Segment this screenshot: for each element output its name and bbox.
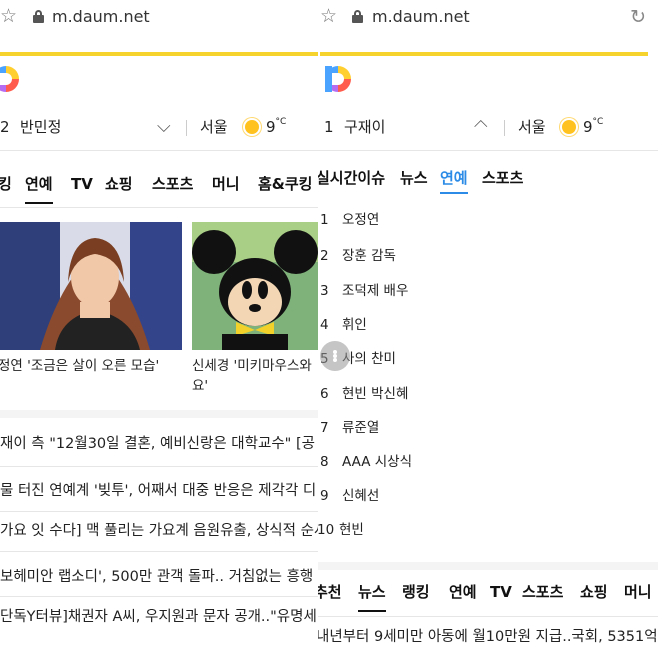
news-photo[interactable]	[0, 222, 182, 350]
tab-ranking[interactable]: 킹	[0, 172, 12, 196]
tab-tv[interactable]: TV	[490, 580, 512, 604]
weather-city: 서울	[518, 118, 546, 136]
divider	[0, 551, 318, 552]
section-gap	[318, 562, 658, 570]
keyword-text[interactable]: 구재이	[344, 112, 385, 142]
tab-entertainment[interactable]: 연예	[440, 166, 468, 194]
ranking-item[interactable]: 4 휘인	[320, 315, 367, 335]
ranking-item[interactable]: 2 장훈 감독	[320, 246, 396, 266]
tab-ranking[interactable]: 랭킹	[402, 580, 430, 604]
news-photo[interactable]	[192, 222, 318, 350]
tab-shopping[interactable]: 쇼핑	[580, 580, 608, 604]
url-bar[interactable]: ☆ m.daum.net ↻	[318, 0, 658, 36]
ranking-item[interactable]: 6 현빈 박신혜	[320, 384, 408, 404]
sun-icon	[562, 120, 576, 134]
tab-money[interactable]: 머니	[624, 580, 652, 604]
tab-realtime-issue[interactable]: 실시간이슈	[318, 166, 385, 190]
news-item[interactable]: 보헤미안 랩소디', 500만 관객 돌파.. 거침없는 흥행 돌	[0, 567, 318, 587]
divider	[186, 120, 187, 136]
divider	[318, 150, 658, 151]
divider	[0, 511, 318, 512]
news-item[interactable]: 재이 측 "12월30일 결혼, 예비신랑은 대학교수" [공	[0, 434, 315, 454]
ranking-item[interactable]: 8 AAA 시상식	[320, 452, 412, 472]
chevron-up-icon[interactable]: ⌵	[474, 110, 488, 140]
lock-icon	[352, 10, 363, 23]
divider	[0, 207, 318, 208]
news-item[interactable]: 물 터진 연예계 '빚투', 어째서 대중 반응은 제각각 디	[0, 481, 316, 501]
divider	[0, 466, 318, 467]
tab-sports[interactable]: 스포츠	[152, 172, 193, 196]
daum-logo[interactable]	[325, 66, 351, 92]
photo-caption[interactable]: 신세경 '미키마우스와	[192, 356, 312, 376]
tab-sports[interactable]: 스포츠	[482, 166, 523, 190]
active-tab-underline	[358, 610, 386, 612]
tab-shopping[interactable]: 쇼핑	[105, 172, 133, 196]
divider	[0, 150, 318, 151]
url-text[interactable]: m.daum.net	[372, 7, 470, 27]
weather-temp: 9°C	[266, 117, 287, 136]
ranking-item[interactable]: 9 신혜선	[320, 486, 379, 506]
active-tab-underline	[440, 192, 468, 194]
weather-city: 서울	[200, 118, 228, 136]
tab-money[interactable]: 머니	[212, 172, 240, 196]
tab-recommend[interactable]: 추천	[318, 580, 342, 604]
news-item[interactable]: 내년부터 9세미만 아동에 월10만원 지급..국회, 5351억원	[318, 627, 658, 647]
keyword-text[interactable]: 반민정	[20, 112, 61, 142]
divider	[504, 120, 505, 136]
right-screen: ☆ m.daum.net ↻ 1 구재이 ⌵ 서울 9°C 실시간이슈 뉴스 연…	[318, 0, 658, 647]
photo-caption[interactable]: 요'	[192, 376, 208, 396]
search-box-border	[0, 52, 318, 56]
ranking-item[interactable]: 10 현빈	[318, 520, 364, 540]
section-gap	[0, 410, 318, 418]
active-tab-underline	[25, 202, 53, 204]
tab-sports[interactable]: 스포츠	[522, 580, 563, 604]
daum-logo[interactable]	[0, 66, 19, 92]
ranking-item[interactable]: 1 오정연	[320, 210, 379, 230]
tab-tv[interactable]: TV	[71, 172, 93, 196]
star-icon[interactable]: ☆	[0, 5, 17, 27]
more-dots-icon[interactable]	[320, 341, 350, 371]
reload-icon[interactable]: ↻	[630, 6, 646, 28]
url-text[interactable]: m.daum.net	[52, 7, 150, 27]
sun-icon	[245, 120, 259, 134]
tab-news[interactable]: 뉴스	[358, 580, 386, 612]
photo-caption[interactable]: 정연 '조금은 살이 오른 모습'	[0, 356, 159, 376]
left-screen: ☆ m.daum.net 2 반민정 ⌵ 서울 9°C 킹 연예 TV 쇼핑 스…	[0, 0, 318, 647]
weather-temp: 9°C	[583, 117, 604, 136]
divider	[0, 596, 318, 597]
url-bar[interactable]: ☆ m.daum.net	[0, 0, 318, 36]
realtime-keyword-row[interactable]: 2 반민정 ⌵ 서울 9°C	[0, 112, 318, 142]
ranking-item[interactable]: 7 류준열	[320, 418, 379, 438]
tab-entertainment[interactable]: 연예	[449, 580, 477, 604]
realtime-tabs: 실시간이슈 뉴스 연예 스포츠	[318, 166, 658, 196]
tab-home-cooking[interactable]: 홈&쿠킹	[258, 172, 312, 196]
tab-news[interactable]: 뉴스	[400, 166, 428, 190]
divider	[318, 616, 658, 617]
news-item[interactable]: 가요 잇 수다] 맥 풀리는 가요계 음원유출, 상식적 순서	[0, 521, 318, 541]
keyword-rank: 1	[324, 118, 334, 136]
search-box-border	[320, 52, 648, 56]
ranking-item[interactable]: 3 조덕제 배우	[320, 281, 408, 301]
realtime-keyword-row[interactable]: 1 구재이 ⌵ 서울 9°C	[318, 112, 658, 142]
keyword-rank: 2	[0, 118, 10, 136]
lock-icon	[33, 10, 44, 23]
chevron-down-icon[interactable]: ⌵	[157, 112, 171, 142]
news-item[interactable]: 단독Y터뷰]채권자 A씨, 우지원과 문자 공개.."유명세 이	[0, 607, 318, 627]
star-icon[interactable]: ☆	[320, 5, 337, 27]
tab-entertainment[interactable]: 연예	[25, 172, 53, 204]
category-tabs: 추천 뉴스 랭킹 연예 TV 스포츠 쇼핑 머니	[318, 580, 658, 612]
category-tabs: 킹 연예 TV 쇼핑 스포츠 머니 홈&쿠킹	[0, 172, 318, 204]
